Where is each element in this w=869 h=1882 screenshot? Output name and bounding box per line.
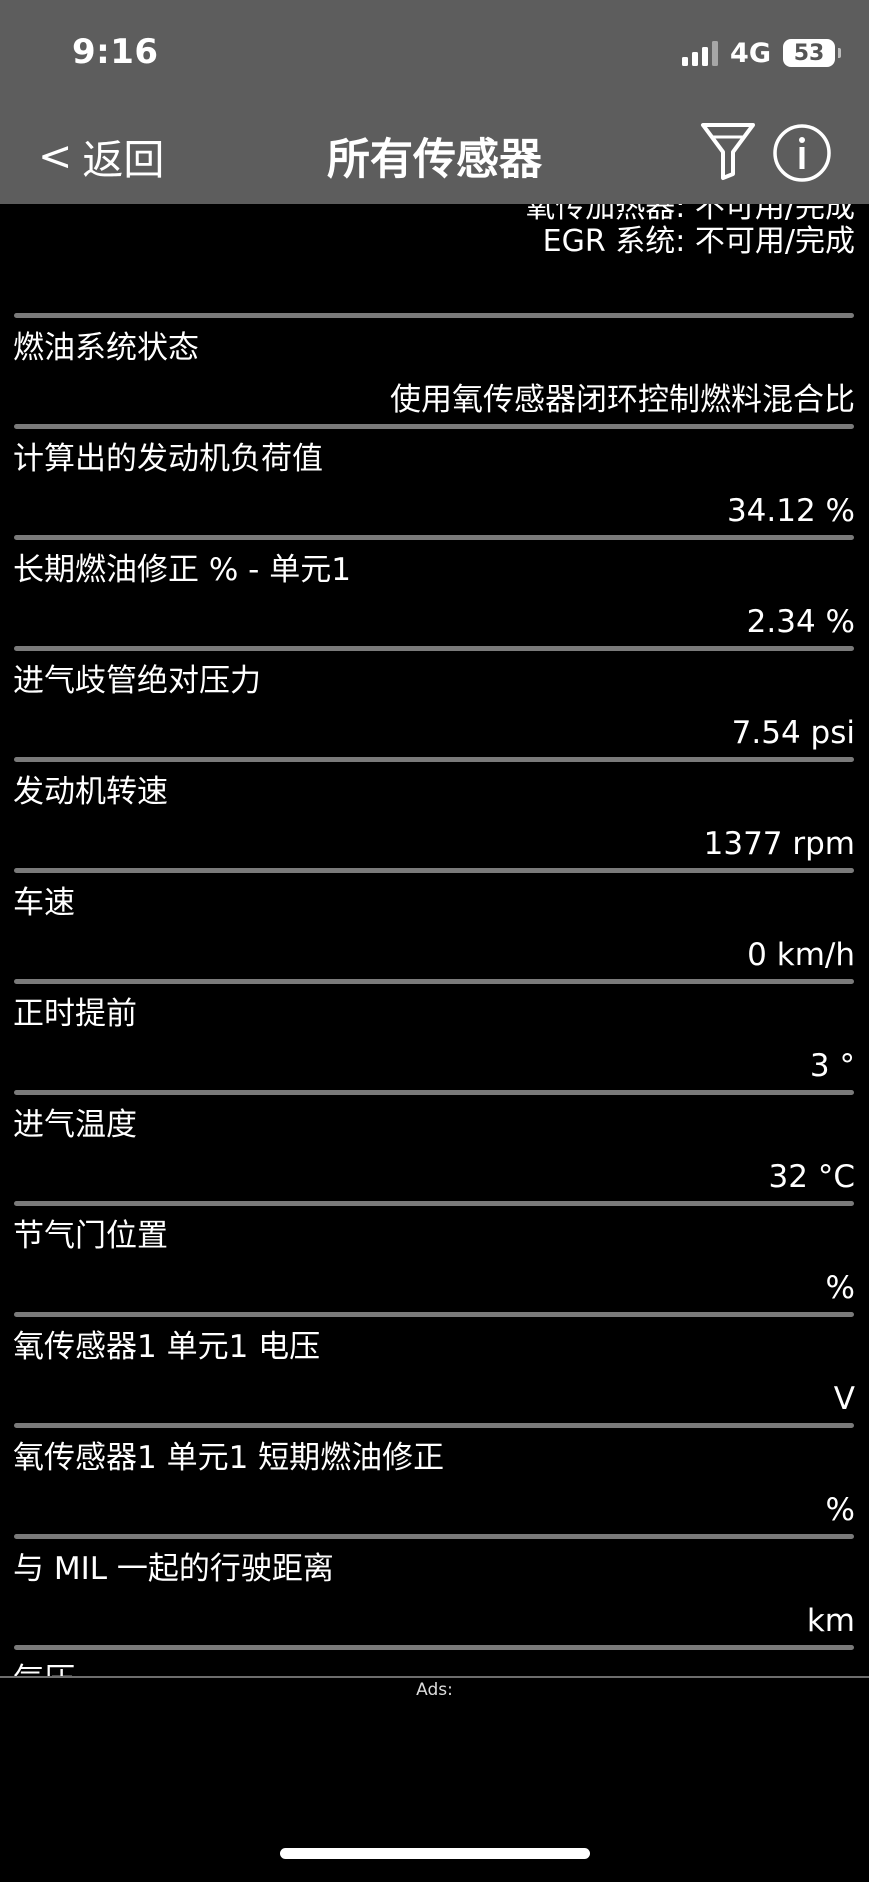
sensor-row[interactable]: 进气歧管绝对压力 7.54 psi (0, 650, 869, 761)
funnel-icon (701, 123, 755, 180)
sensor-label: 车速 (13, 885, 75, 921)
sensor-label: 长期燃油修正 % - 单元1 (13, 552, 351, 588)
sensor-row[interactable]: 氧传感器1 单元1 短期燃油修正% (0, 1427, 869, 1538)
network-type: 4G (730, 37, 771, 69)
sensor-label: 正时提前 (13, 996, 137, 1032)
sensor-row[interactable]: 与 MIL 一起的行驶距离 km (0, 1538, 869, 1649)
row-divider (14, 535, 854, 540)
sensor-row[interactable]: 发动机转速 1377 rpm (0, 761, 869, 872)
sensor-row[interactable]: 气压 (0, 1649, 869, 1676)
sensor-row[interactable]: 进气温度 32 °C (0, 1094, 869, 1205)
filter-button[interactable] (700, 120, 756, 182)
sensor-value: km (806, 1603, 855, 1639)
row-divider (14, 424, 854, 429)
battery-level: 53 (793, 40, 825, 66)
sensor-row[interactable]: 燃油系统状态使用氧传感器闭环控制燃料混合比 (0, 317, 869, 428)
row-divider (14, 979, 854, 984)
battery-icon: 53 (783, 39, 841, 67)
sensor-value: % (825, 1492, 855, 1528)
info-button[interactable] (772, 123, 832, 183)
row-divider (14, 646, 854, 651)
sensor-row[interactable]: 计算出的发动机负荷值 34.12 % (0, 428, 869, 539)
signal-icon (682, 40, 719, 66)
sensor-value: 32 °C (768, 1159, 855, 1195)
row-divider (14, 313, 854, 318)
sensor-row[interactable]: 氧传感器1 单元1 电压 V (0, 1316, 869, 1427)
row-divider (14, 1423, 854, 1428)
sensor-value: 使用氧传感器闭环控制燃料混合比 (390, 382, 855, 418)
sensor-value: V (833, 1381, 855, 1417)
top-bar: 9:16 4G 53 < 返回 所有传感器 (0, 0, 869, 204)
sensor-value: 3 ° (809, 1048, 855, 1084)
info-icon (773, 124, 831, 182)
sensor-label: 进气温度 (13, 1107, 137, 1143)
sensor-label: 与 MIL 一起的行驶距离 (13, 1551, 334, 1587)
sensor-row[interactable]: 节气门位置% (0, 1205, 869, 1316)
readiness-oxygen-heater: 氧传加热器: 不可用/完成 (525, 204, 855, 225)
sensor-value: 2.34 % (746, 604, 855, 640)
row-divider (14, 1201, 854, 1206)
sensor-label: 氧传感器1 单元1 短期燃油修正 (13, 1440, 445, 1476)
sensor-list[interactable]: 氧传加热器: 不可用/完成 EGR 系统: 不可用/完成 燃油系统状态使用氧传感… (0, 204, 869, 1676)
sensor-row[interactable]: 长期燃油修正 % - 单元1 2.34 % (0, 539, 869, 650)
sensor-value: 7.54 psi (731, 715, 855, 751)
readiness-egr: EGR 系统: 不可用/完成 (542, 224, 855, 259)
row-divider (14, 1090, 854, 1095)
status-indicators: 4G 53 (682, 37, 841, 69)
ads-label: Ads: (416, 1680, 453, 1700)
row-divider (14, 1645, 854, 1650)
sensor-label: 进气歧管绝对压力 (13, 663, 261, 699)
sensor-value: % (825, 1270, 855, 1306)
home-indicator[interactable] (280, 1848, 590, 1859)
sensor-label: 气压 (13, 1661, 75, 1676)
sensor-value: 0 km/h (747, 937, 855, 973)
sensor-row[interactable]: 车速 0 km/h (0, 872, 869, 983)
sensor-label: 氧传感器1 单元1 电压 (13, 1329, 321, 1365)
sensor-label: 发动机转速 (13, 774, 168, 810)
row-divider (14, 868, 854, 873)
sensor-label: 燃油系统状态 (13, 330, 199, 366)
sensor-value: 34.12 % (726, 493, 855, 529)
status-time: 9:16 (72, 32, 159, 72)
sensor-label: 节气门位置 (13, 1218, 168, 1254)
row-divider (14, 1534, 854, 1539)
row-divider (14, 757, 854, 762)
sensor-label: 计算出的发动机负荷值 (13, 441, 323, 477)
row-divider (14, 1312, 854, 1317)
sensor-value: 1377 rpm (703, 826, 855, 862)
sensor-row[interactable]: 正时提前 3 ° (0, 983, 869, 1094)
